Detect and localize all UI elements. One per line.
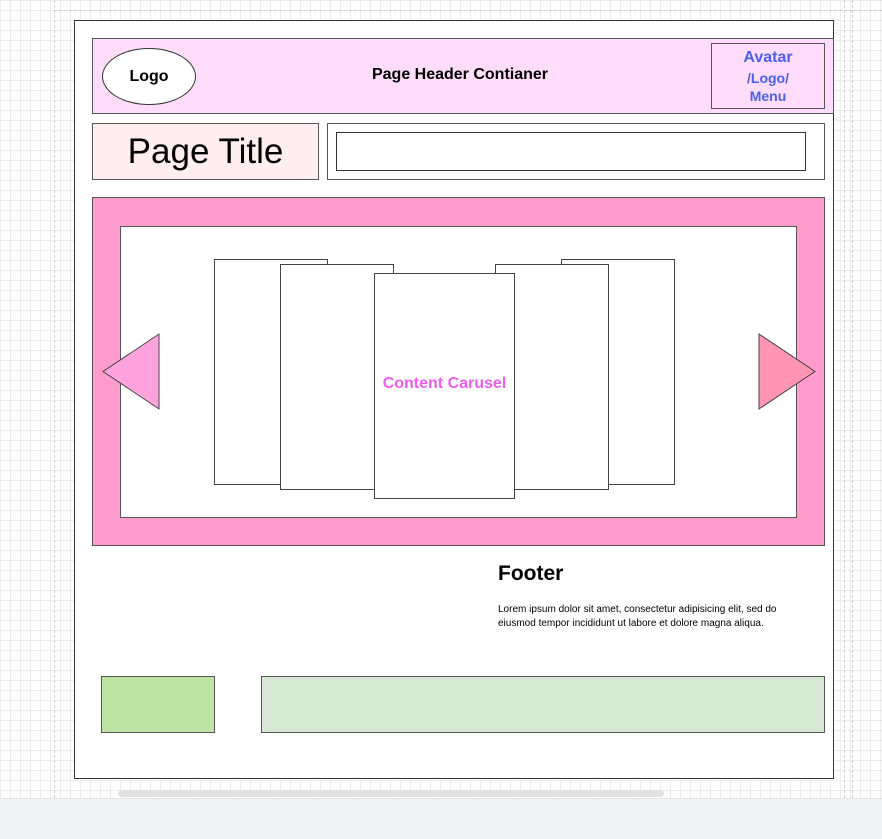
carousel-prev-arrow-icon[interactable] [100, 332, 162, 412]
page-boundary-left [54, 0, 55, 798]
footer-heading: Footer [498, 562, 564, 585]
page-boundary-top [54, 10, 882, 11]
page-title: Page Title [127, 131, 284, 171]
page-boundary-right-2 [852, 0, 853, 798]
carousel-next-arrow-icon[interactable] [756, 332, 818, 412]
avatar-line-2: /Logo/ [747, 70, 789, 86]
avatar-menu-box[interactable]: Avatar /Logo/ Menu [711, 43, 825, 109]
footer-block-small[interactable] [101, 676, 215, 733]
page-boundary-right [844, 0, 845, 798]
editor-bottom-bar [0, 798, 882, 839]
horizontal-scrollbar[interactable] [118, 790, 664, 797]
search-input[interactable] [336, 132, 806, 171]
carousel-label: Content Carusel [382, 375, 507, 392]
avatar-line-1: Avatar [743, 49, 793, 66]
footer-block-wide[interactable] [261, 676, 825, 733]
page-title-box[interactable]: Page Title [92, 123, 319, 180]
logo-label: Logo [129, 67, 169, 85]
header-title: Page Header Contianer [371, 66, 549, 83]
avatar-line-3: Menu [749, 88, 787, 104]
footer-text: Lorem ipsum dolor sit amet, consectetur … [498, 604, 777, 629]
logo-ellipse[interactable]: Logo [102, 48, 196, 105]
